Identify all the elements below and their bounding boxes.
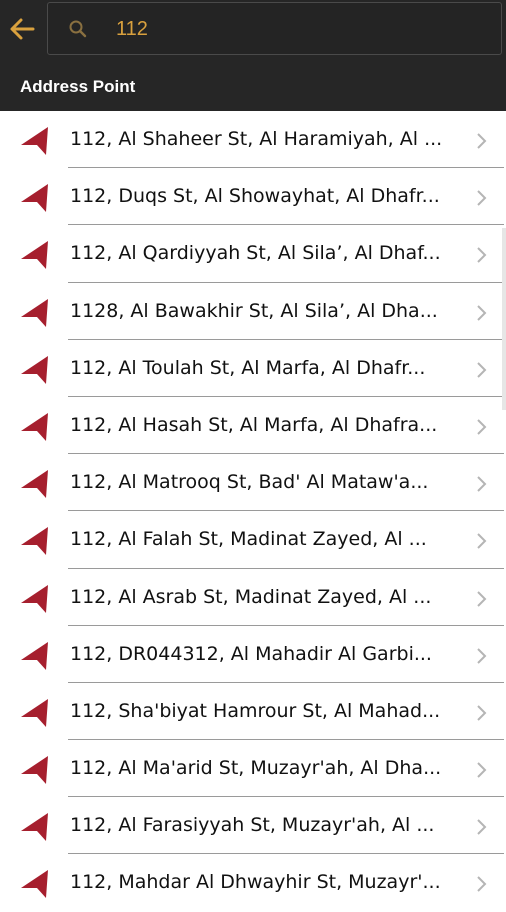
location-pin-icon bbox=[21, 127, 48, 155]
chevron-right-icon bbox=[477, 876, 487, 893]
result-label: 112, Al Hasah St, Al Marfa, Al Dhafra... bbox=[70, 413, 438, 436]
result-row[interactable]: 112, Al Ma'arid St, Muzayr'ah, Al Dha... bbox=[0, 740, 506, 798]
result-label: 112, Duqs St, Al Showayhat, Al Dhafr... bbox=[70, 185, 440, 208]
chevron-right-icon bbox=[477, 705, 487, 721]
search-icon bbox=[69, 20, 87, 38]
search-box[interactable] bbox=[47, 2, 502, 55]
result-row[interactable]: 112, Al Qardiyyah St, Al Sila’, Al Dhaf.… bbox=[0, 225, 506, 283]
location-pin-icon bbox=[21, 241, 48, 270]
result-row[interactable]: 112, Mahdar Al Dhwayhir St, Muzayr'... bbox=[0, 854, 506, 911]
location-pin-icon bbox=[21, 756, 48, 785]
location-pin-icon bbox=[21, 698, 48, 727]
result-row[interactable]: 112, Al Matrooq St, Bad' Al Mataw'a... bbox=[0, 454, 506, 512]
result-label: 112, Al Shaheer St, Al Haramiyah, Al ... bbox=[70, 128, 443, 150]
chevron-right-icon bbox=[477, 762, 487, 778]
location-pin-icon bbox=[21, 584, 48, 613]
result-row[interactable]: 112, Al Farasiyyah St, Muzayr'ah, Al ... bbox=[0, 797, 506, 855]
scrollbar[interactable] bbox=[502, 228, 506, 410]
chevron-right-icon bbox=[477, 362, 487, 378]
result-row[interactable]: 112, Al Hasah St, Al Marfa, Al Dhafra... bbox=[0, 397, 506, 455]
location-pin-icon bbox=[21, 813, 48, 842]
back-arrow-icon bbox=[10, 18, 35, 40]
location-pin-icon bbox=[21, 641, 48, 670]
app-header: Address Point bbox=[0, 0, 506, 111]
result-label: 112, Sha'biyat Hamrour St, Al Mahad... bbox=[70, 699, 441, 722]
chevron-right-icon bbox=[477, 190, 487, 206]
result-row[interactable]: 112, Al Falah St, Madinat Zayed, Al ... bbox=[0, 511, 506, 569]
result-row[interactable]: 112, Duqs St, Al Showayhat, Al Dhafr... bbox=[0, 168, 506, 226]
result-label: 112, Mahdar Al Dhwayhir St, Muzayr'... bbox=[70, 871, 441, 894]
chevron-right-icon bbox=[477, 590, 487, 607]
chevron-right-icon bbox=[477, 533, 487, 550]
chevron-right-icon bbox=[477, 133, 487, 149]
result-row[interactable]: 112, Al Shaheer St, Al Haramiyah, Al ... bbox=[0, 111, 506, 169]
result-row[interactable]: 112, DR044312, Al Mahadir Al Garbi... bbox=[0, 626, 506, 683]
location-pin-icon bbox=[21, 184, 48, 213]
result-row[interactable]: 112, Al Asrab St, Madinat Zayed, Al ... bbox=[0, 569, 506, 626]
result-row[interactable]: 1128, Al Bawakhir St, Al Sila’, Al Dha..… bbox=[0, 283, 506, 340]
location-pin-icon bbox=[21, 412, 48, 441]
result-label: 112, Al Qardiyyah St, Al Sila’, Al Dhaf.… bbox=[70, 242, 441, 265]
result-label: 112, DR044312, Al Mahadir Al Garbi... bbox=[70, 642, 432, 665]
result-label: 112, Al Toulah St, Al Marfa, Al Dhafr... bbox=[70, 356, 426, 379]
chevron-right-icon bbox=[477, 819, 487, 835]
chevron-right-icon bbox=[477, 304, 487, 321]
result-row[interactable]: 112, Al Toulah St, Al Marfa, Al Dhafr... bbox=[0, 340, 506, 397]
result-label: 112, Al Matrooq St, Bad' Al Mataw'a... bbox=[70, 471, 429, 494]
location-pin-icon bbox=[21, 870, 48, 899]
result-label: 1128, Al Bawakhir St, Al Sila’, Al Dha..… bbox=[70, 299, 438, 322]
back-button[interactable] bbox=[4, 10, 40, 48]
result-label: 112, Al Asrab St, Madinat Zayed, Al ... bbox=[70, 585, 432, 608]
location-pin-icon bbox=[21, 355, 48, 384]
chevron-right-icon bbox=[477, 647, 487, 664]
result-label: 112, Al Farasiyyah St, Muzayr'ah, Al ... bbox=[70, 814, 435, 837]
location-pin-icon bbox=[21, 527, 48, 556]
section-title: Address Point bbox=[20, 77, 136, 96]
chevron-right-icon bbox=[477, 476, 487, 492]
location-pin-icon bbox=[21, 298, 48, 327]
chevron-right-icon bbox=[477, 419, 487, 435]
result-label: 112, Al Ma'arid St, Muzayr'ah, Al Dha... bbox=[70, 757, 442, 780]
search-input[interactable] bbox=[116, 13, 486, 45]
location-pin-icon bbox=[21, 470, 48, 499]
results-list: 112, Al Shaheer St, Al Haramiyah, Al ...… bbox=[0, 111, 506, 912]
result-label: 112, Al Falah St, Madinat Zayed, Al ... bbox=[70, 528, 427, 551]
chevron-right-icon bbox=[477, 247, 487, 264]
result-row[interactable]: 112, Sha'biyat Hamrour St, Al Mahad... bbox=[0, 683, 506, 741]
